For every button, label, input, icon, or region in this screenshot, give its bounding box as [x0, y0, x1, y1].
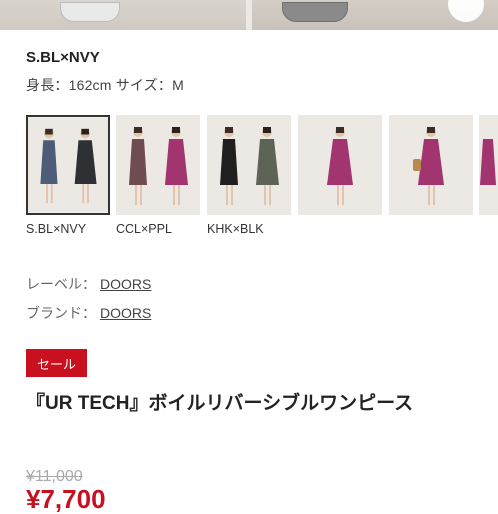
shoe-left [60, 2, 120, 22]
variant-photo-cclppl [116, 115, 200, 215]
label-link[interactable]: DOORS [100, 276, 151, 292]
sale-price: ¥7,700 [26, 484, 106, 514]
label-row: レーベル： DOORS [26, 274, 151, 294]
variant-photo-khkblk [207, 115, 291, 215]
variant-photo-5 [389, 115, 473, 215]
label-key: レーベル： [26, 276, 96, 292]
carousel-control[interactable] [448, 0, 484, 22]
shoe-right [282, 2, 348, 22]
variant-thumb-4[interactable] [298, 115, 382, 215]
brand-row: ブランド： DOORS [26, 303, 151, 323]
variant-photo-6 [479, 115, 498, 215]
model-info: 身長：162cm サイズ：M [26, 77, 184, 93]
hero-image-strip [0, 0, 498, 30]
variant-thumb-6[interactable] [479, 115, 498, 215]
variant-thumb-khkblk[interactable] [207, 115, 291, 215]
sale-badge: セール [26, 349, 87, 377]
variant-thumb-5[interactable] [389, 115, 473, 215]
brand-key: ブランド： [26, 305, 96, 321]
variant-label-sblnvy[interactable]: S.BL×NVY [26, 222, 86, 236]
product-title: 『UR TECH』ボイルリバーシブルワンピース [26, 393, 414, 414]
color-variant-thumbnails [26, 115, 498, 215]
variant-photo-4 [298, 115, 382, 215]
variant-thumb-sblnvy[interactable] [26, 115, 110, 215]
variant-label-cclppl[interactable]: CCL×PPL [116, 222, 172, 236]
variant-label-khkblk[interactable]: KHK×BLK [207, 222, 264, 236]
variant-thumb-cclppl[interactable] [116, 115, 200, 215]
brand-link[interactable]: DOORS [100, 305, 151, 321]
variant-photo-sblnvy [28, 117, 108, 213]
hero-image-right[interactable] [252, 0, 498, 30]
selected-color-name: S.BL×NVY [26, 49, 100, 66]
hero-image-left[interactable] [0, 0, 246, 30]
